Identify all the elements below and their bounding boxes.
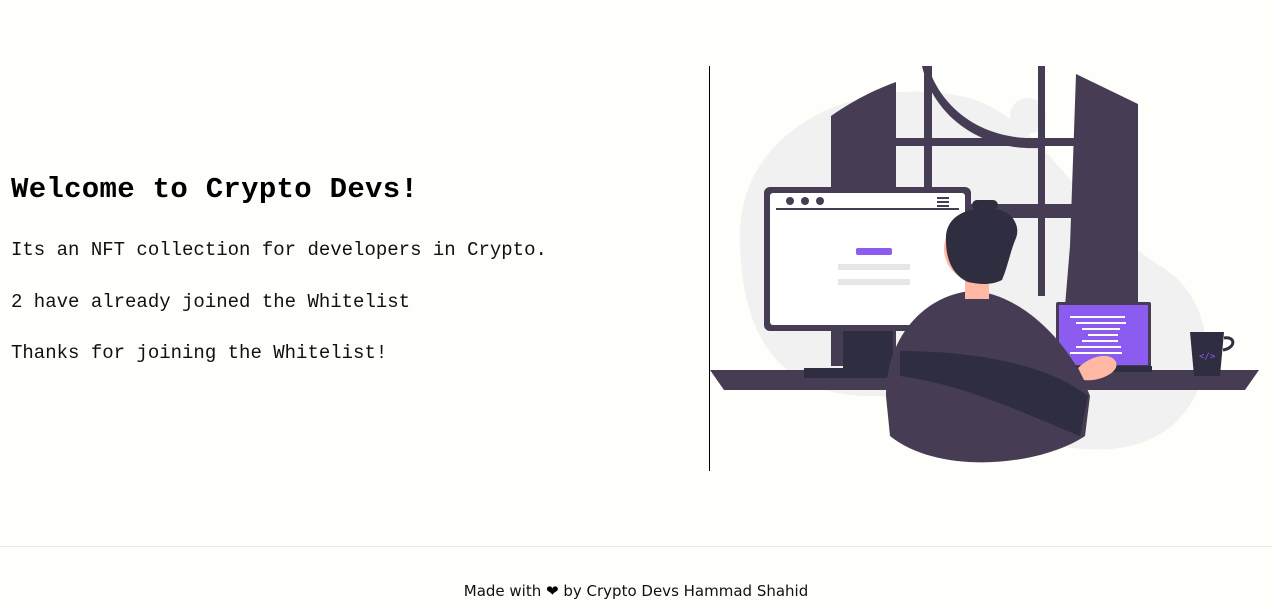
screen-menu-line-1	[937, 197, 949, 199]
window-top-bar	[896, 138, 1076, 146]
footer-prefix: Made with	[463, 582, 542, 600]
footer: Made with ❤ by Crypto Devs Hammad Shahid	[0, 546, 1272, 608]
footer-suffix: by Crypto Devs Hammad Shahid	[563, 582, 809, 600]
screen-dot-3	[816, 197, 824, 205]
person-hair-bun	[972, 200, 998, 210]
whitelist-count: 2 have already joined the Whitelist	[11, 291, 411, 313]
mug-code-symbol: </>	[1199, 352, 1216, 362]
collection-description: Its an NFT collection for developers in …	[11, 239, 547, 261]
screen-dot-1	[786, 197, 794, 205]
screen-header-line	[776, 208, 959, 210]
screen-menu-line-2	[937, 201, 949, 203]
screen-text-line-2	[838, 279, 910, 285]
heart-icon: ❤	[546, 582, 559, 600]
page: Welcome to Crypto Devs! Its an NFT colle…	[0, 0, 1272, 608]
whitelist-status-message: Thanks for joining the Whitelist!	[11, 342, 388, 364]
keyboard	[804, 368, 894, 378]
screen-accent-button	[856, 248, 892, 255]
coffee-mug-handle	[1222, 336, 1235, 352]
screen-dot-2	[801, 197, 809, 205]
hero-text: Welcome to Crypto Devs! Its an NFT colle…	[11, 170, 701, 364]
main-section: Welcome to Crypto Devs! Its an NFT colle…	[0, 0, 1272, 546]
window-mullion-v2	[1038, 66, 1045, 296]
page-title: Welcome to Crypto Devs!	[11, 173, 419, 206]
screen-text-line-1	[838, 264, 910, 270]
monitor-stand	[843, 328, 893, 372]
developer-illustration: </>	[710, 66, 1262, 471]
footer-credit: Made with ❤ by Crypto Devs Hammad Shahid	[0, 581, 1272, 601]
screen-menu-line-3	[937, 205, 949, 207]
